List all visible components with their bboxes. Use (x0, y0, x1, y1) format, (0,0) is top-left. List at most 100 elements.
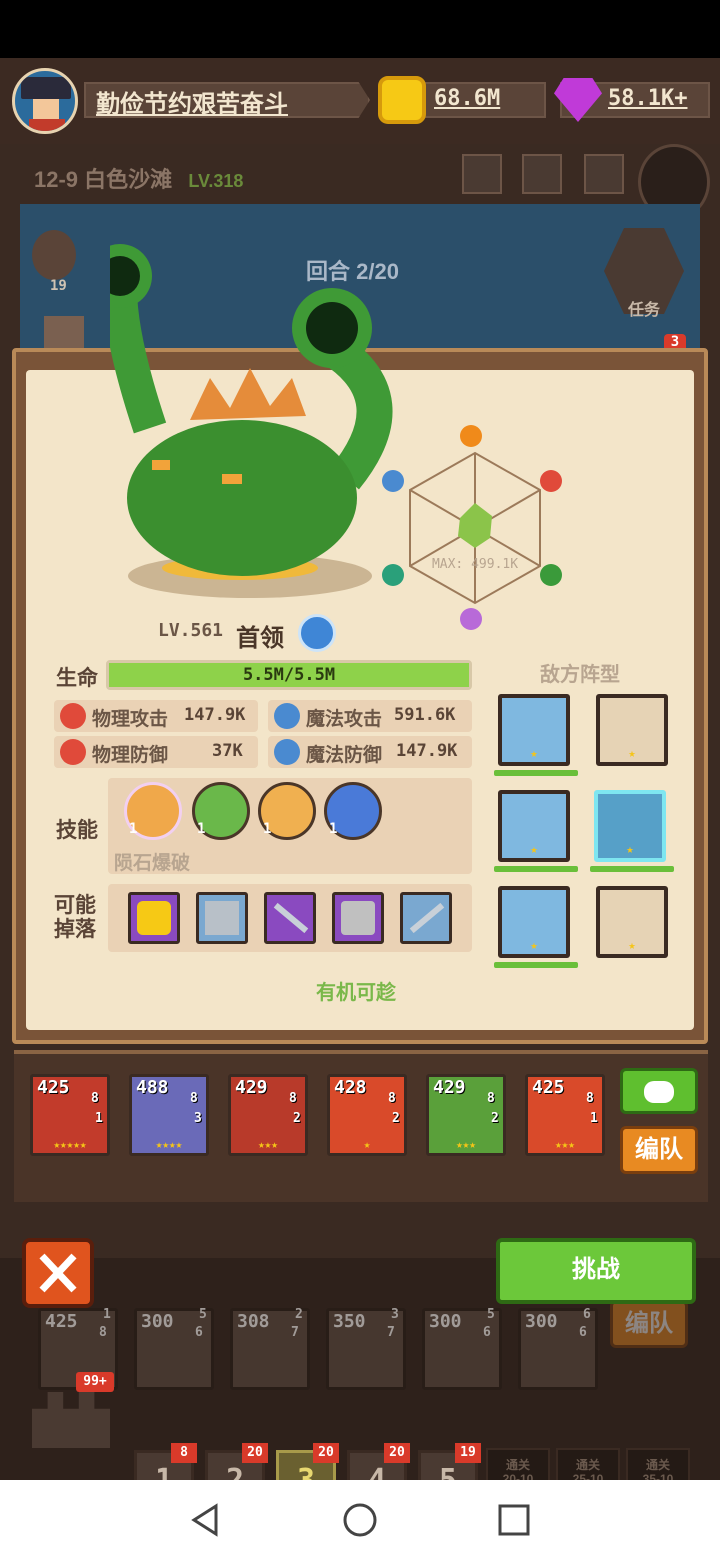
mag-atk-value: 591.6K (394, 705, 456, 725)
close-icon (39, 1253, 77, 1293)
ice-skill-icon[interactable]: 1 (324, 782, 382, 840)
face-icon (33, 99, 59, 121)
mag-atk-stat: 魔法攻击 591.6K (268, 700, 472, 732)
formation-slot-hedgehog[interactable]: ★ (498, 790, 570, 862)
cactus-boss-sprite (110, 244, 393, 598)
team-tab-2[interactable]: 220 (205, 1443, 268, 1480)
team-tab-3[interactable]: 320 (276, 1443, 339, 1480)
team-tab-4[interactable]: 420 (347, 1443, 410, 1480)
magic-shield-stat-icon (274, 739, 300, 765)
formation-slot-eagle[interactable]: ★ (498, 886, 570, 958)
hero-stars: ★★★★★ (53, 1138, 87, 1151)
bench-hero-stat-a: 6 (483, 1325, 491, 1340)
selected-skill-name: 陨石爆破 (114, 853, 191, 874)
stage-name: 白色沙滩 (84, 167, 173, 192)
bench-hero-level: 350 (333, 1311, 366, 1332)
close-button[interactable] (22, 1238, 94, 1308)
formation-slot-cactus-minion[interactable]: ★ (498, 694, 570, 766)
armor-icon[interactable] (332, 892, 384, 944)
lock-text: 35-10 (642, 1472, 674, 1480)
hero-card[interactable]: 425 8 1 ★★★★★ (30, 1074, 110, 1156)
hero-stars: ★★★ (258, 1138, 278, 1151)
bench-hero-card: 300 6 5 (422, 1307, 502, 1390)
lock-text: 通关 (645, 1458, 670, 1472)
tab-badge: 8 (171, 1443, 197, 1463)
hp-bar: 5.5M/5.5M (106, 660, 472, 690)
player-avatar[interactable] (12, 68, 78, 134)
tab-badge: 20 (242, 1443, 268, 1463)
formation-slot-empty[interactable]: ★ (596, 886, 668, 958)
drops-label: 可能 掉落 (54, 894, 96, 942)
drops-label-line2: 掉落 (54, 918, 96, 941)
handshake-button[interactable] (620, 1068, 698, 1114)
eye-stone-icon[interactable] (32, 230, 76, 280)
nature-skill-icon[interactable]: 1 (192, 782, 250, 840)
stage-id: 12-9 (34, 167, 79, 192)
boss-tag: 首领 (236, 625, 284, 652)
edit-team-button-dim: 编队 (610, 1300, 688, 1348)
shield-stat-icon (60, 739, 86, 765)
hero-level: 429 (433, 1077, 466, 1098)
challenge-button[interactable]: 挑战 (496, 1238, 696, 1304)
hero-stat-b: 1 (590, 1111, 598, 1126)
skill-level: 1 (329, 821, 338, 837)
hero-level: 488 (136, 1077, 169, 1098)
hero-card[interactable]: 488 8 3 ★★★★ (129, 1074, 209, 1156)
sword-icon[interactable] (400, 892, 452, 944)
rock-icon[interactable] (522, 154, 562, 194)
handshake-icon (644, 1081, 674, 1103)
bench-hero-level: 300 (525, 1311, 558, 1332)
back-icon[interactable] (188, 1502, 224, 1538)
bench-hero-level: 300 (141, 1311, 174, 1332)
stage-level: LV.318 (188, 171, 244, 191)
edit-team-button[interactable]: 编队 (620, 1126, 698, 1174)
gem-amount[interactable]: 58.1K+ (608, 86, 687, 111)
drops-label-line1: 可能 (54, 894, 96, 917)
eye-icon[interactable] (298, 614, 336, 652)
tab-number: 3 (297, 1463, 315, 1480)
skill-level: 1 (263, 821, 272, 837)
hero-card[interactable]: 429 8 2 ★★★ (228, 1074, 308, 1156)
tab-badge: 19 (455, 1443, 481, 1463)
chest-icon[interactable] (584, 154, 624, 194)
heart-stat-icon (460, 425, 482, 447)
slot-star: ★ (530, 842, 538, 856)
sword-icon[interactable] (264, 892, 316, 944)
hero-card[interactable]: 425 8 1 ★★★ (525, 1074, 605, 1156)
team-tab-1[interactable]: 18 (134, 1443, 197, 1480)
mag-def-label: 魔法防御 (306, 745, 383, 766)
home-icon[interactable] (342, 1502, 378, 1538)
sword-stat-icon (60, 703, 86, 729)
bench-hero-stat-b: 2 (295, 1307, 303, 1322)
hero-card[interactable]: 428 8 2 ★ (327, 1074, 407, 1156)
hero-stat-a: 8 (91, 1091, 99, 1106)
hero-stat-b: 2 (293, 1111, 301, 1126)
formation-slot-cactus-boss[interactable]: ★ (594, 790, 666, 862)
task-label[interactable]: 任务 (628, 296, 660, 320)
meteor-skill-icon[interactable]: 1 (124, 782, 182, 840)
bench-hero-stat-b: 6 (583, 1307, 591, 1322)
bench-hero-stat-a: 8 (99, 1325, 107, 1340)
locked-team-tab: 通关20-10解锁 (486, 1448, 550, 1480)
hero-card[interactable]: 429 8 2 ★★★ (426, 1074, 506, 1156)
scroll-icon[interactable] (462, 154, 502, 194)
player-name[interactable]: 勤俭节约艰苦奋斗 (96, 84, 288, 119)
hero-stat-a: 8 (190, 1091, 198, 1106)
tab-number: 5 (439, 1463, 457, 1480)
bench-hero-card: 300 6 5 (134, 1307, 214, 1390)
formation-slot-empty[interactable]: ★ (596, 694, 668, 766)
bench-hero-card: 308 7 2 (230, 1307, 310, 1390)
hero-level: 425 (532, 1077, 565, 1098)
android-nav-bar (0, 1480, 720, 1560)
book-icon[interactable] (196, 892, 248, 944)
wand-stat-icon (274, 703, 300, 729)
recents-icon[interactable] (496, 1502, 532, 1538)
hat-icon (21, 77, 71, 99)
coin-icon[interactable] (128, 892, 180, 944)
lock-text: 通关 (505, 1458, 530, 1472)
coin-amount: 68.6M (434, 86, 501, 111)
team-tab-5[interactable]: 519 (418, 1443, 481, 1480)
mag-def-value: 147.9K (396, 741, 458, 761)
light-skill-icon[interactable]: 1 (258, 782, 316, 840)
hero-stars: ★★★ (555, 1138, 575, 1151)
